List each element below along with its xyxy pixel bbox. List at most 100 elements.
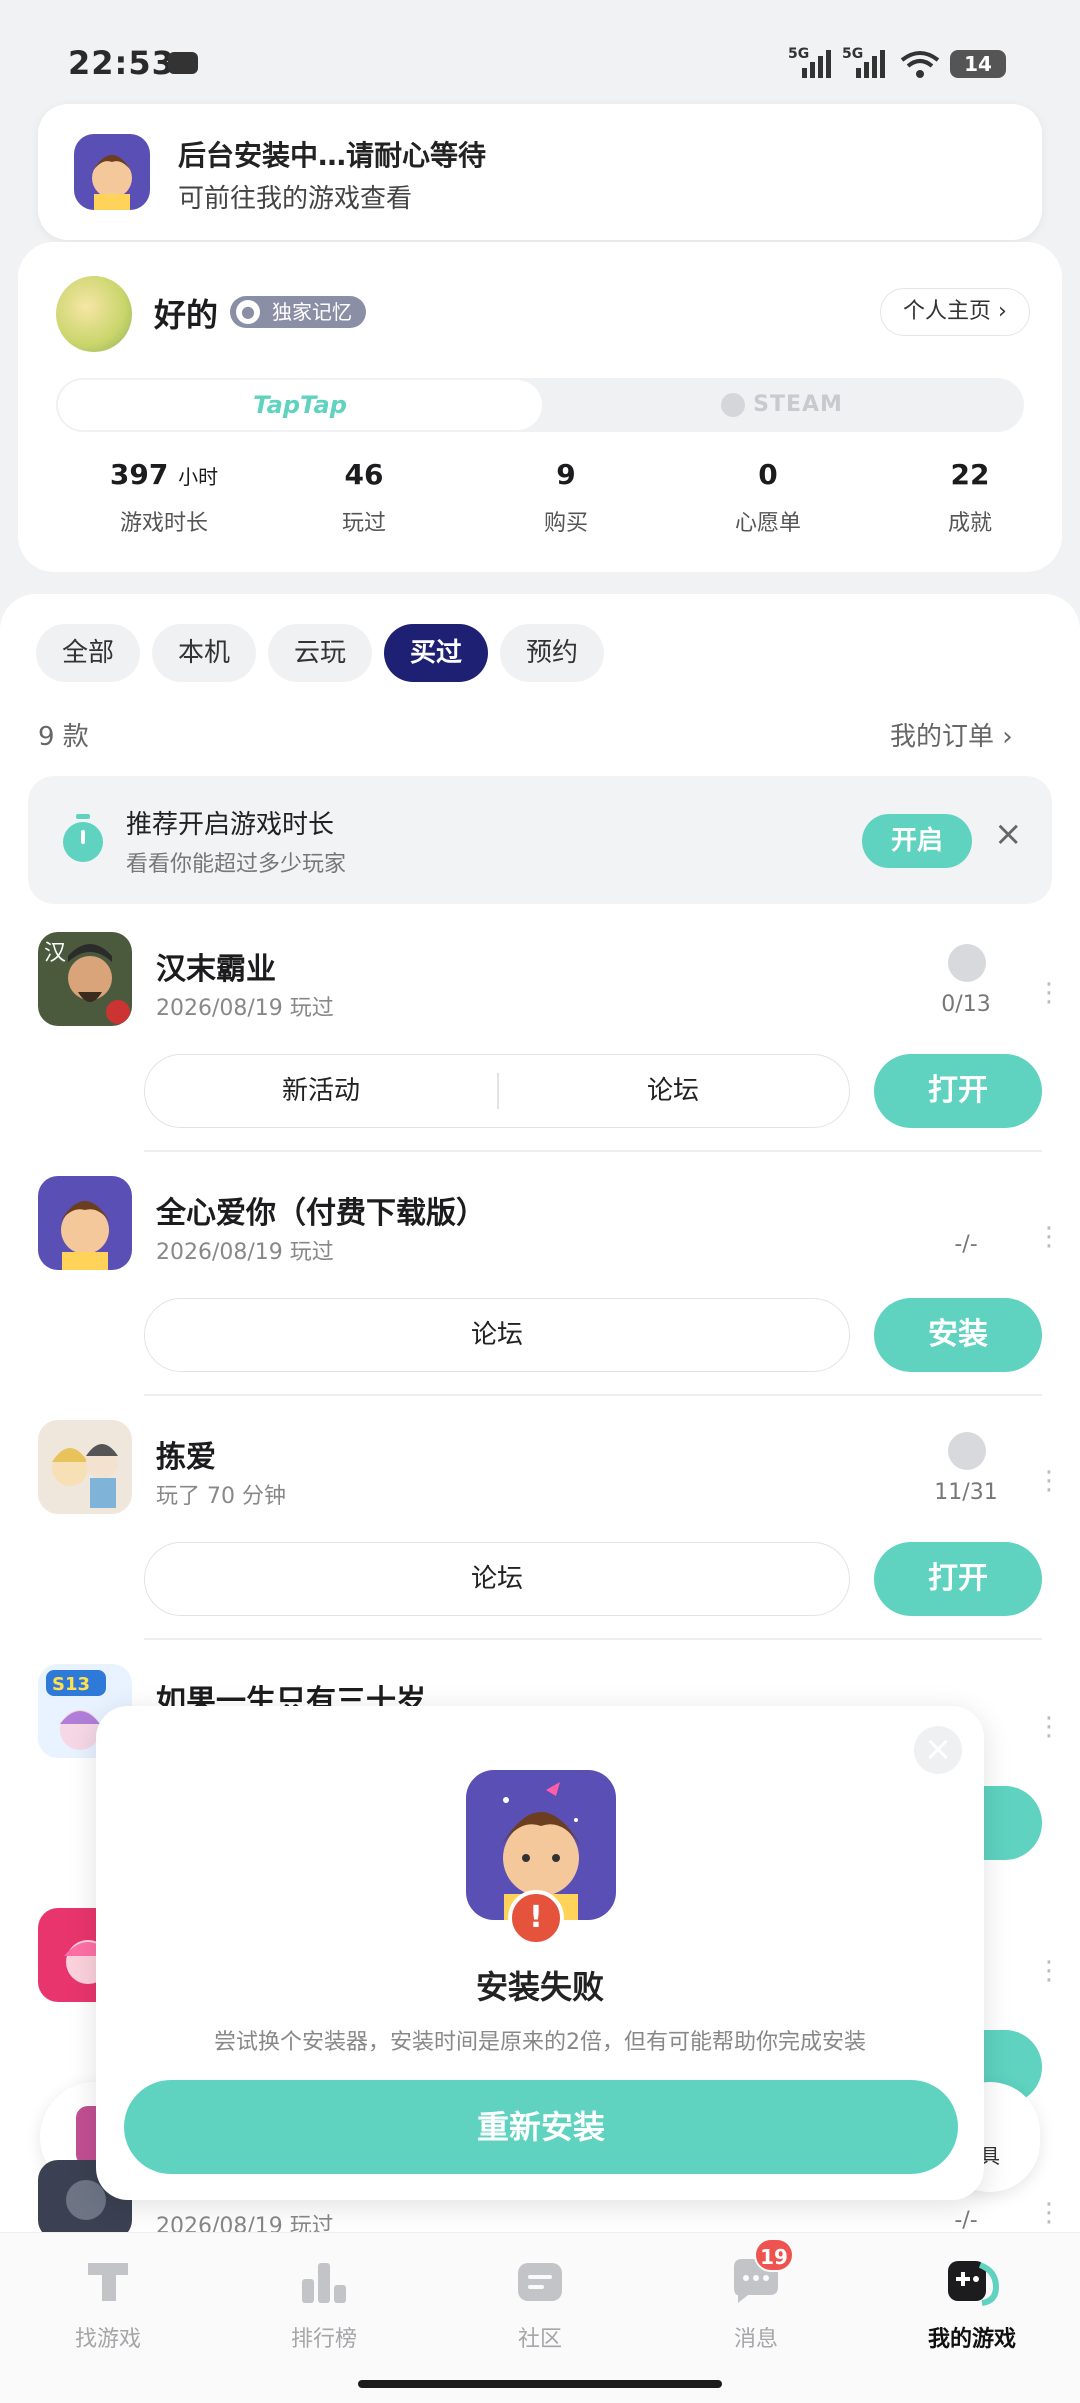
more-icon[interactable]: ⋮ bbox=[1036, 1468, 1062, 1494]
stat-label: 心愿单 bbox=[734, 511, 801, 536]
game-controller-icon bbox=[168, 52, 198, 74]
promo-subtitle: 看看你能超过多少玩家 bbox=[126, 852, 347, 877]
game-title[interactable]: 拣爱 bbox=[156, 1432, 216, 1476]
wifi-icon bbox=[900, 50, 940, 78]
stat-wishlist[interactable]: 0 心愿单 bbox=[668, 458, 868, 537]
nav-community[interactable]: 社区 bbox=[432, 2253, 648, 2353]
nav-leaderboard[interactable]: 排行榜 bbox=[216, 2253, 432, 2353]
game-subtitle: 2026/08/19 玩过 bbox=[156, 1240, 334, 1265]
orders-link[interactable]: 我的订单 › bbox=[890, 716, 1013, 753]
forum-link[interactable]: 论坛 bbox=[497, 1055, 849, 1127]
achievement-count: 0/13 bbox=[941, 992, 991, 1017]
stat-purchased[interactable]: 9 购买 bbox=[466, 458, 666, 537]
toast-game-icon bbox=[74, 134, 150, 210]
trophy-icon bbox=[948, 944, 986, 982]
install-button[interactable]: 安装 bbox=[874, 1298, 1042, 1372]
home-indicator[interactable] bbox=[358, 2380, 722, 2388]
stat-unit: 小时 bbox=[178, 465, 219, 489]
toast-subtitle: 可前往我的游戏查看 bbox=[178, 184, 413, 214]
divider bbox=[144, 1394, 1042, 1396]
controller-badge-icon: ● bbox=[236, 300, 260, 324]
game-title[interactable]: 全心爱你（付费下载版） bbox=[156, 1188, 486, 1232]
my-games-icon bbox=[944, 2253, 1000, 2309]
game-subtitle: 玩了 70 分钟 bbox=[156, 1484, 286, 1509]
error-icon: ! bbox=[508, 1890, 564, 1946]
close-icon[interactable]: × bbox=[994, 814, 1023, 854]
game-links: 新活动 论坛 bbox=[144, 1054, 850, 1128]
svg-text:S13: S13 bbox=[52, 1674, 90, 1695]
game-title[interactable]: 汉末霸业 bbox=[156, 944, 276, 988]
platform-switch: TapTap STEAM bbox=[56, 378, 1024, 432]
filter-purchased[interactable]: 买过 bbox=[384, 624, 488, 682]
promo-title: 推荐开启游戏时长 bbox=[126, 810, 335, 840]
trophy-icon bbox=[948, 1432, 986, 1470]
game-icon[interactable] bbox=[38, 1176, 132, 1270]
more-icon[interactable]: ⋮ bbox=[1036, 2200, 1062, 2226]
divider bbox=[144, 1150, 1042, 1152]
stat-label: 游戏时长 bbox=[119, 511, 208, 536]
filter-cloud[interactable]: 云玩 bbox=[268, 624, 372, 682]
more-icon[interactable]: ⋮ bbox=[1036, 1714, 1062, 1740]
more-icon[interactable]: ⋮ bbox=[1036, 1224, 1062, 1250]
new-event-link[interactable]: 新活动 bbox=[145, 1055, 497, 1127]
steam-label: STEAM bbox=[753, 392, 843, 417]
stat-value: 46 bbox=[344, 458, 384, 491]
install-toast[interactable]: 后台安装中…请耐心等待 可前往我的游戏查看 bbox=[38, 104, 1042, 240]
nav-label: 社区 bbox=[517, 2327, 562, 2352]
achievement-count: -/- bbox=[954, 1232, 978, 1257]
signal-icon bbox=[800, 50, 832, 78]
nav-messages[interactable]: 消息 bbox=[648, 2253, 864, 2353]
stopwatch-icon bbox=[60, 814, 106, 864]
nav-my-games[interactable]: 我的游戏 bbox=[864, 2253, 1080, 2353]
status-time: 22:53 bbox=[68, 44, 175, 82]
leaderboard-icon bbox=[296, 2253, 352, 2309]
stat-value: 397 bbox=[109, 458, 169, 491]
game-icon[interactable]: 汉 bbox=[38, 932, 132, 1026]
user-name: 好的 bbox=[154, 296, 219, 334]
game-links: 论坛 bbox=[144, 1298, 850, 1372]
nav-find-games[interactable]: 找游戏 bbox=[0, 2253, 216, 2353]
avatar[interactable] bbox=[56, 276, 132, 352]
achievement-count: 11/31 bbox=[934, 1480, 998, 1505]
nav-label: 消息 bbox=[733, 2327, 778, 2352]
profile-home-button[interactable]: 个人主页 › bbox=[880, 288, 1030, 336]
stat-value: 22 bbox=[950, 458, 990, 491]
more-icon[interactable]: ⋮ bbox=[1036, 980, 1062, 1006]
nav-label: 找游戏 bbox=[74, 2327, 141, 2352]
toast-title: 后台安装中…请耐心等待 bbox=[178, 139, 487, 172]
more-icon[interactable]: ⋮ bbox=[1036, 1958, 1062, 1984]
stat-label: 玩过 bbox=[341, 511, 386, 536]
profile-badge[interactable]: ● 独家记忆 bbox=[230, 296, 366, 328]
stat-label: 购买 bbox=[543, 511, 588, 536]
dialog-description: 尝试换个安装器，安装时间是原来的2倍，但有可能帮助你完成安装 bbox=[214, 2030, 866, 2055]
badge-label: 独家记忆 bbox=[272, 300, 352, 324]
open-button[interactable]: 打开 bbox=[874, 1542, 1042, 1616]
tab-taptap[interactable]: TapTap bbox=[58, 380, 542, 430]
filter-reserved[interactable]: 预约 bbox=[500, 624, 604, 682]
stat-achievements[interactable]: 22 成就 bbox=[870, 458, 1070, 537]
forum-link[interactable]: 论坛 bbox=[145, 1543, 849, 1615]
stat-value: 0 bbox=[758, 458, 778, 491]
reinstall-button[interactable]: 重新安装 bbox=[124, 2080, 958, 2174]
filter-local[interactable]: 本机 bbox=[152, 624, 256, 682]
game-count: 9 款 bbox=[38, 722, 89, 752]
game-icon[interactable] bbox=[38, 1420, 132, 1514]
stat-playtime[interactable]: 397 小时 游戏时长 bbox=[64, 458, 264, 537]
dialog-close-icon[interactable]: × bbox=[914, 1726, 962, 1774]
achievement-count: -/- bbox=[954, 2208, 978, 2233]
battery-level: 14 bbox=[964, 52, 992, 76]
signal-icon-2 bbox=[854, 50, 886, 78]
stat-value: 9 bbox=[556, 458, 576, 491]
stat-label: 成就 bbox=[947, 511, 992, 536]
playtime-promo: 推荐开启游戏时长 看看你能超过多少玩家 开启 × bbox=[28, 776, 1052, 904]
game-links: 论坛 bbox=[144, 1542, 850, 1616]
bottom-nav: 找游戏 排行榜 社区 消息 我的游戏 bbox=[0, 2232, 1080, 2403]
open-button[interactable]: 打开 bbox=[874, 1054, 1042, 1128]
promo-enable-button[interactable]: 开启 bbox=[862, 814, 972, 868]
filter-all[interactable]: 全部 bbox=[36, 624, 140, 682]
stat-played[interactable]: 46 玩过 bbox=[264, 458, 464, 537]
tab-steam[interactable]: STEAM bbox=[540, 378, 1024, 432]
forum-link[interactable]: 论坛 bbox=[145, 1299, 849, 1371]
steam-icon bbox=[721, 393, 746, 417]
messages-badge: 19 bbox=[754, 2238, 794, 2272]
